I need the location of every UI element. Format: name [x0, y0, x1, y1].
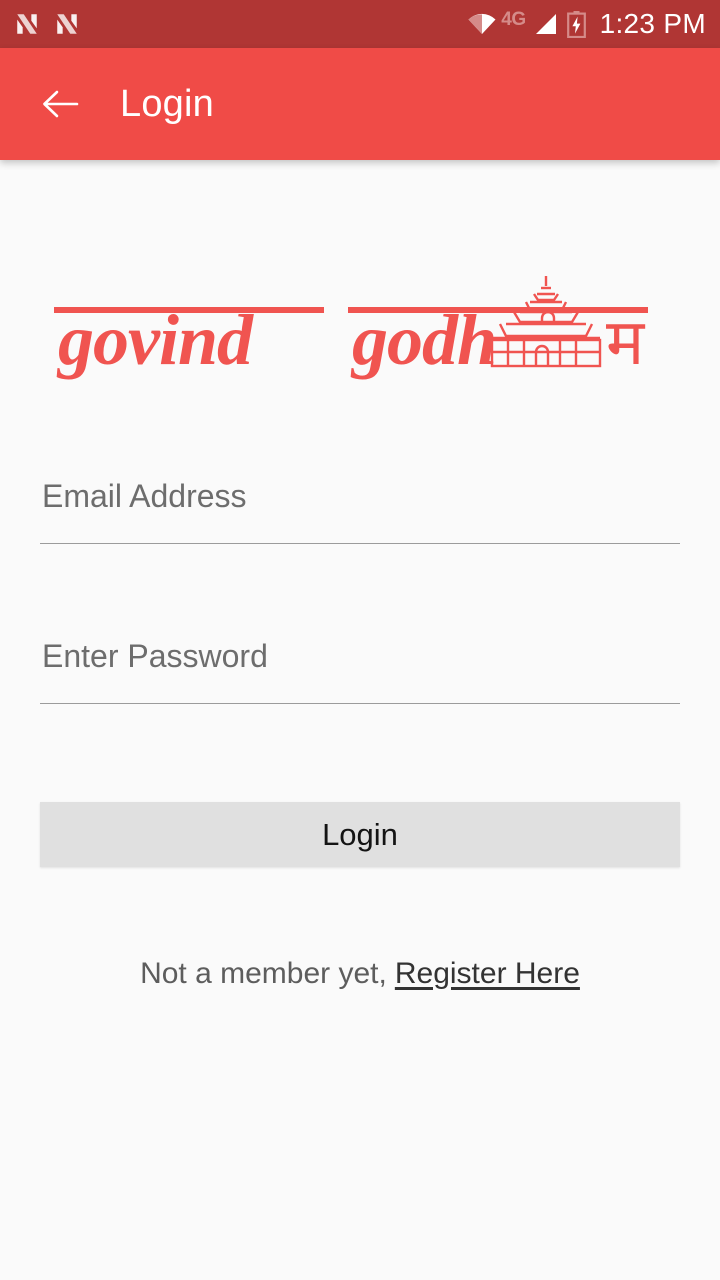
arrow-back-icon [43, 90, 79, 118]
signal-bars-icon [535, 12, 558, 36]
app-logo: govind godh म [0, 252, 720, 382]
email-field-underline [40, 543, 680, 544]
register-prompt-text: Not a member yet, [140, 957, 387, 990]
password-field-underline [40, 703, 680, 704]
temple-icon [490, 276, 602, 368]
logo-word-one: govind [56, 300, 254, 380]
wifi-icon [466, 12, 498, 36]
login-button[interactable]: Login [40, 802, 680, 867]
login-content: govind godh म Email Address Login Not a … [0, 160, 720, 1280]
password-input[interactable] [40, 616, 680, 702]
n-logo-icon [14, 11, 40, 37]
register-here-link[interactable]: Register Here [395, 957, 580, 991]
network-type-label: 4G [501, 9, 526, 30]
email-field-group [40, 456, 680, 544]
status-bar: 4G 1:23 PM [0, 0, 720, 48]
password-field-group [40, 616, 680, 704]
email-input[interactable] [40, 456, 680, 542]
n-logo-icon [54, 11, 80, 37]
login-screen: 4G 1:23 PM Login govind godh म Email Add… [0, 0, 720, 1280]
register-prompt: Not a member yet, Register Here [0, 957, 720, 991]
logo-word-two: godh [350, 300, 496, 380]
app-bar: Login [0, 48, 720, 160]
back-button[interactable] [32, 76, 88, 132]
battery-charging-icon [566, 10, 586, 38]
page-title: Login [120, 82, 214, 125]
status-bar-notifications [14, 11, 80, 37]
status-bar-indicators: 4G 1:23 PM [466, 8, 706, 40]
clock: 1:23 PM [599, 8, 706, 39]
logo-suffix: म [606, 306, 646, 380]
